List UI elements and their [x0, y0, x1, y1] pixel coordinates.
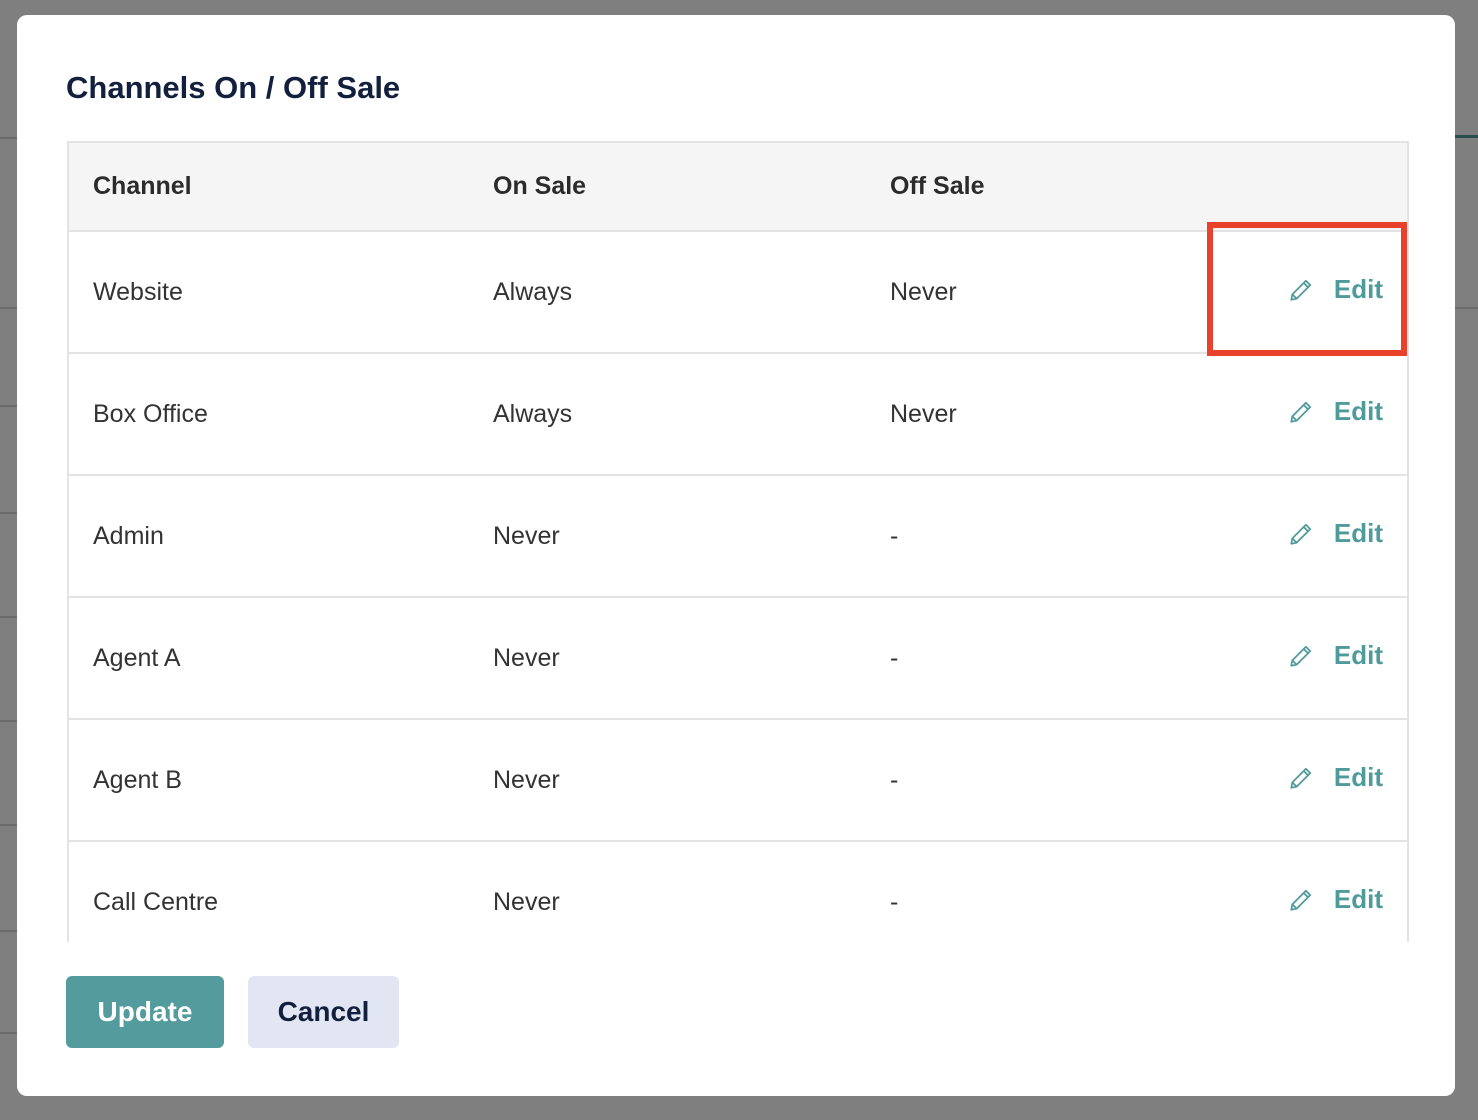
- table-row: Call Centre Never - Edit: [69, 841, 1407, 942]
- action-cell: Edit: [1186, 597, 1407, 720]
- column-header-on-sale: On Sale: [469, 143, 866, 232]
- channel-cell: Agent A: [69, 597, 469, 720]
- edit-button[interactable]: Edit: [1288, 762, 1383, 793]
- on-sale-cell: Always: [469, 231, 866, 354]
- pencil-icon: [1290, 767, 1311, 789]
- action-cell: Edit: [1186, 353, 1407, 476]
- column-header-actions: [1186, 143, 1407, 232]
- edit-label: Edit: [1333, 518, 1383, 549]
- channel-cell: Website: [69, 231, 469, 354]
- off-sale-cell: -: [866, 475, 1186, 598]
- action-cell: Edit: [1186, 475, 1407, 598]
- edit-label: Edit: [1333, 762, 1383, 793]
- pencil-icon: [1290, 401, 1311, 423]
- channel-cell: Call Centre: [69, 841, 469, 942]
- off-sale-cell: Never: [866, 353, 1186, 476]
- table-row: Agent A Never - Edit: [69, 597, 1407, 720]
- table-row: Agent B Never - Edit: [69, 719, 1407, 842]
- pencil-icon: [1290, 645, 1311, 667]
- off-sale-cell: -: [866, 597, 1186, 720]
- table-header-row: Channel On Sale Off Sale: [69, 143, 1407, 232]
- on-sale-cell: Never: [469, 719, 866, 842]
- pencil-icon: [1290, 523, 1311, 545]
- edit-label: Edit: [1333, 274, 1383, 305]
- channel-cell: Admin: [69, 475, 469, 598]
- action-cell: Edit: [1186, 841, 1407, 942]
- modal-title: Channels On / Off Sale: [66, 70, 401, 105]
- action-cell: Edit: [1186, 719, 1407, 842]
- channels-table: Channel On Sale Off Sale Website Always …: [69, 143, 1407, 942]
- pencil-icon: [1290, 889, 1311, 911]
- channel-cell: Box Office: [69, 353, 469, 476]
- table-row: Box Office Always Never Edit: [69, 353, 1407, 476]
- edit-label: Edit: [1333, 884, 1383, 915]
- edit-button[interactable]: Edit: [1288, 518, 1383, 549]
- on-sale-cell: Never: [469, 475, 866, 598]
- edit-label: Edit: [1333, 640, 1383, 671]
- on-sale-cell: Always: [469, 353, 866, 476]
- cancel-button[interactable]: Cancel: [248, 976, 399, 1048]
- edit-button[interactable]: Edit: [1288, 640, 1383, 671]
- edit-button[interactable]: Edit: [1288, 396, 1383, 427]
- channels-modal: Channels On / Off Sale Channel On Sale O…: [17, 15, 1455, 1096]
- pencil-icon: [1290, 279, 1311, 301]
- off-sale-cell: -: [866, 719, 1186, 842]
- update-button[interactable]: Update: [66, 976, 224, 1048]
- channels-table-container[interactable]: Channel On Sale Off Sale Website Always …: [67, 141, 1409, 942]
- column-header-off-sale: Off Sale: [866, 143, 1186, 232]
- on-sale-cell: Never: [469, 841, 866, 942]
- off-sale-cell: Never: [866, 231, 1186, 354]
- edit-button[interactable]: Edit: [1288, 884, 1383, 915]
- table-row: Website Always Never Edit: [69, 231, 1407, 354]
- channel-cell: Agent B: [69, 719, 469, 842]
- edit-button[interactable]: Edit: [1288, 274, 1383, 305]
- column-header-channel: Channel: [69, 143, 469, 232]
- on-sale-cell: Never: [469, 597, 866, 720]
- table-row: Admin Never - Edit: [69, 475, 1407, 598]
- edit-label: Edit: [1333, 396, 1383, 427]
- off-sale-cell: -: [866, 841, 1186, 942]
- action-cell: Edit: [1186, 231, 1407, 354]
